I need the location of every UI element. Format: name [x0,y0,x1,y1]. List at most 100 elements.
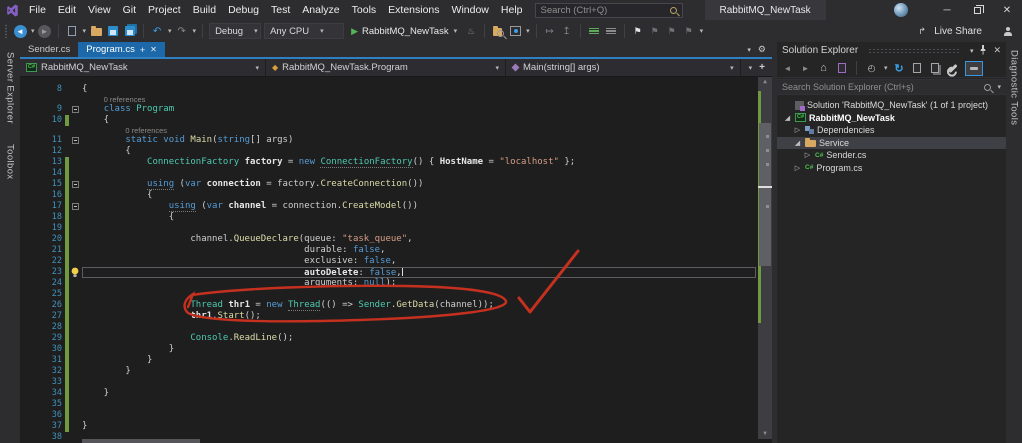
code-text[interactable]: } [82,421,87,432]
tab-list-dropdown-icon[interactable]: ▾ [747,46,751,54]
tab-sender-cs[interactable]: Sender.cs [20,42,78,57]
refresh-icon[interactable]: ↻ [893,61,906,75]
line-number-13[interactable]: 13 [20,157,62,168]
next-bookmark-button[interactable]: ⚑ [665,24,679,38]
navbar-dropdown-icon[interactable]: ▾ [749,64,753,72]
save-button[interactable] [106,24,120,38]
codelens-references[interactable]: 0 references [20,126,758,135]
uncomment-button[interactable] [604,24,618,38]
code-line-29[interactable]: 29 Console.ReadLine(); [20,333,758,344]
line-number-15[interactable]: 15 [20,179,62,190]
start-debugging-button[interactable]: ▶ RabbitMQ_NewTask▾ [347,26,461,37]
code-line-33[interactable]: 33 [20,377,758,388]
intellitrace-button[interactable] [508,24,522,38]
code-line-10[interactable]: 10 { [20,115,758,126]
code-text[interactable]: } [82,366,131,377]
editor-horizontal-scrollbar[interactable] [82,439,200,443]
fold-margin[interactable] [69,179,82,190]
menu-debug[interactable]: Debug [222,4,265,16]
fold-margin[interactable] [69,201,82,212]
code-line-22[interactable]: 22 exclusive: false, [20,256,758,267]
menu-project[interactable]: Project [142,4,187,16]
code-line-23[interactable]: 23 autoDelete: false, [20,267,758,278]
code-text[interactable]: channel.QueueDeclare(queue: "task_queue"… [82,234,413,245]
collapse-arrow-icon[interactable]: ◢ [793,139,802,147]
code-line-24[interactable]: 24 arguments: null); [20,278,758,289]
tree-item-program-cs[interactable]: ▷C#Program.cs [777,162,1006,175]
menu-help[interactable]: Help [495,4,529,16]
scroll-up-icon[interactable]: ▲ [758,77,772,87]
line-number-8[interactable]: 8 [20,84,62,95]
menu-file[interactable]: File [23,4,52,16]
solution-explorer-search-input[interactable]: Search Solution Explorer (Ctrl+ş) ▾ [777,79,1006,95]
live-share-button[interactable]: Live Share [934,26,982,37]
line-number-17[interactable]: 17 [20,201,62,212]
line-number-10[interactable]: 10 [20,115,62,126]
line-number-23[interactable]: 23 [20,267,62,278]
solution-explorer-header[interactable]: Solution Explorer ▾ ✕ [777,42,1006,59]
code-text[interactable]: } [82,344,174,355]
code-text[interactable]: using (var connection = factory.CreateCo… [82,179,423,190]
menu-git[interactable]: Git [117,4,142,16]
menu-test[interactable]: Test [265,4,296,16]
scroll-down-icon[interactable]: ▼ [758,429,772,439]
code-text[interactable]: durable: false, [82,245,385,256]
account-avatar[interactable] [894,3,908,17]
code-line-15[interactable]: 15 using (var connection = factory.Creat… [20,179,758,190]
menu-window[interactable]: Window [446,4,495,16]
code-text[interactable]: { [82,190,152,201]
code-line-36[interactable]: 36 [20,410,758,421]
line-number-11[interactable]: 11 [20,135,62,146]
pin-panel-icon[interactable] [979,45,987,57]
code-text[interactable]: exclusive: false, [82,256,396,267]
line-number-31[interactable]: 31 [20,355,62,366]
line-number-35[interactable]: 35 [20,399,62,410]
step-over-button[interactable]: ↥ [560,24,574,38]
pending-changes-filter-icon[interactable]: ◴ [865,61,878,75]
code-line-14[interactable]: 14 [20,168,758,179]
split-window-icon[interactable]: + [759,62,765,73]
tree-item-solution-rabbitmq-newtask-1-of-1-project[interactable]: Solution 'RabbitMQ_NewTask' (1 of 1 proj… [777,99,1006,112]
code-line-27[interactable]: 27 thr1.Start(); [20,311,758,322]
line-number-27[interactable]: 27 [20,311,62,322]
code-line-17[interactable]: 17 using (var channel = connection.Creat… [20,201,758,212]
line-number-33[interactable]: 33 [20,377,62,388]
menu-build[interactable]: Build [187,4,222,16]
code-text[interactable]: { [82,84,87,95]
collapse-box-icon[interactable] [72,203,79,210]
code-text[interactable]: arguments: null); [82,278,396,289]
close-panel-icon[interactable]: ✕ [993,45,1001,56]
pin-tab-icon[interactable]: + [140,45,145,55]
new-project-button[interactable] [65,24,79,38]
search-input[interactable]: Search (Ctrl+Q) [535,3,683,18]
line-number-37[interactable]: 37 [20,421,62,432]
toolbox-side-tab[interactable]: Toolbox [5,144,16,180]
code-text[interactable]: autoDelete: false, [82,267,403,278]
menu-analyze[interactable]: Analyze [296,4,345,16]
code-text[interactable]: static void Main(string[] args) [82,135,293,146]
step-into-button[interactable]: ↦ [543,24,557,38]
properties-wrench-icon[interactable] [947,61,960,75]
code-text[interactable]: class Program [82,104,174,115]
breadcrumb-type-dropdown[interactable]: ◆ RabbitMQ_NewTask.Program▾ [266,59,506,76]
code-text[interactable]: { [82,146,131,157]
code-text[interactable]: Console.ReadLine(); [82,333,293,344]
minimize-button[interactable]: ─ [932,0,962,20]
code-line-8[interactable]: 8{ [20,84,758,95]
code-line-16[interactable]: 16 { [20,190,758,201]
line-number-38[interactable]: 38 [20,432,62,443]
sync-with-active-document-icon[interactable] [835,61,848,75]
bookmark-button[interactable]: ⚑ [631,24,645,38]
server-explorer-side-tab[interactable]: Server Explorer [5,52,16,124]
menu-tools[interactable]: Tools [346,4,383,16]
line-number-20[interactable]: 20 [20,234,62,245]
code-text[interactable]: { [82,115,109,126]
line-number-30[interactable]: 30 [20,344,62,355]
code-line-37[interactable]: 37} [20,421,758,432]
line-number-34[interactable]: 34 [20,388,62,399]
line-number-9[interactable]: 9 [20,104,62,115]
feedback-icon[interactable] [1003,27,1012,36]
preview-selected-items-toggle[interactable] [965,61,983,76]
collapse-box-icon[interactable] [72,106,79,113]
line-number-32[interactable]: 32 [20,366,62,377]
